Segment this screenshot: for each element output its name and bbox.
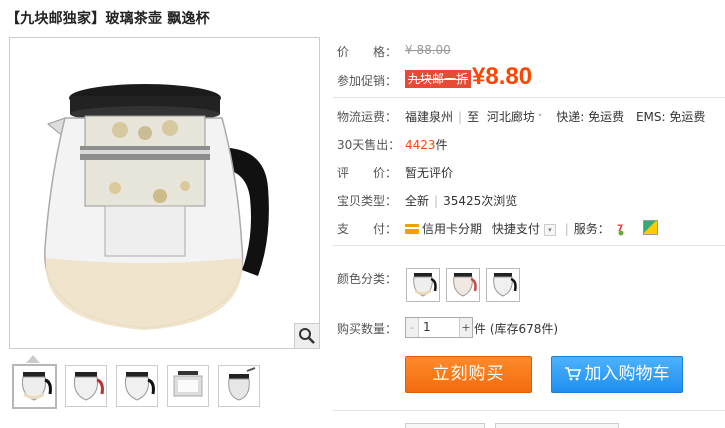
color-label: 颜色分类： — [337, 272, 398, 286]
rating-label: 评 价： — [337, 166, 398, 180]
stock-info: 件 (库存678件) — [474, 320, 558, 337]
quantity-stepper: - 1 + — [405, 317, 473, 338]
thumbnail-4[interactable] — [167, 365, 209, 407]
zoom-icon[interactable] — [294, 323, 319, 348]
cart-icon — [564, 359, 581, 394]
sold-count: 4423件 — [405, 136, 448, 153]
shipping-from: 福建泉州 — [405, 110, 454, 124]
guarantee-icon[interactable] — [643, 220, 659, 235]
divider — [333, 97, 725, 98]
seven-day-return-icon[interactable]: 7 — [614, 222, 628, 236]
thumbnail-3[interactable] — [116, 365, 158, 407]
thumbnail-1[interactable] — [12, 364, 57, 409]
service-label: 服务： — [573, 222, 610, 236]
quantity-unit: 件 — [474, 322, 487, 336]
color-option-3[interactable] — [486, 268, 520, 302]
product-title: 【九块邮独家】玻璃茶壶 飘逸杯 — [6, 11, 210, 27]
quantity-increase-button[interactable]: + — [459, 318, 472, 337]
divider — [333, 410, 725, 411]
item-type-info: 全新 | 35425次浏览 — [405, 194, 518, 208]
shipping-to-label: 至 — [467, 110, 480, 124]
teapot-image — [44, 84, 269, 330]
color-option-2[interactable] — [446, 268, 480, 302]
sold-unit: 件 — [435, 138, 448, 152]
shipping-label: 物流运费： — [337, 110, 398, 124]
original-price: ¥ 88.00 — [405, 43, 451, 57]
view-count: 35425次浏览 — [443, 194, 518, 208]
payment-options: 信用卡分期 快捷支付 ▾ | 服务： 7 — [405, 220, 659, 237]
add-to-cart-button[interactable]: 加入购物车 — [551, 356, 683, 393]
promo-label: 参加促销： — [337, 74, 398, 88]
item-type-label: 宝贝类型： — [337, 194, 398, 208]
chevron-down-icon[interactable]: ˅ — [538, 114, 543, 124]
add-to-cart-label: 加入购物车 — [584, 364, 670, 384]
dropdown-arrow-icon[interactable]: ▾ — [543, 223, 556, 236]
thumbnail-5[interactable] — [218, 365, 260, 407]
shipping-destination[interactable]: 河北廊坊 — [487, 110, 535, 124]
express-fee: 快递: 免运费 — [556, 110, 625, 124]
promo-tag: 九块邮一折 — [405, 70, 472, 88]
credit-card-icon — [405, 224, 419, 234]
main-product-image[interactable] — [9, 37, 320, 349]
promo-price: ¥8.80 — [472, 63, 533, 90]
bottom-tab-1[interactable] — [405, 423, 485, 428]
thumbnail-2[interactable] — [65, 365, 107, 407]
price-label: 价 格： — [337, 45, 398, 59]
sold-number: 4423 — [405, 138, 436, 152]
bottom-tab-2[interactable] — [495, 423, 619, 428]
quantity-decrease-button[interactable]: - — [406, 318, 419, 337]
payment-quick[interactable]: 快捷支付 — [492, 222, 540, 236]
sold-label: 30天售出： — [337, 138, 401, 152]
quantity-label: 购买数量： — [337, 322, 398, 336]
buy-now-button[interactable]: 立刻购买 — [405, 356, 532, 393]
rating-value[interactable]: 暂无评价 — [405, 164, 453, 181]
stock-count: (库存678件) — [489, 322, 559, 336]
divider — [333, 245, 725, 246]
item-condition: 全新 — [405, 194, 430, 208]
thumb-pointer — [26, 355, 40, 363]
payment-installment[interactable]: 信用卡分期 — [422, 222, 482, 236]
ems-fee: EMS: 免运费 — [635, 110, 706, 124]
color-option-1[interactable] — [406, 268, 440, 302]
payment-label: 支 付： — [337, 222, 398, 236]
quantity-input[interactable]: 1 — [423, 320, 431, 334]
shipping-info: 福建泉州 | 至 河北廊坊 ˅ 快递: 免运费 EMS: 免运费 — [405, 110, 706, 124]
